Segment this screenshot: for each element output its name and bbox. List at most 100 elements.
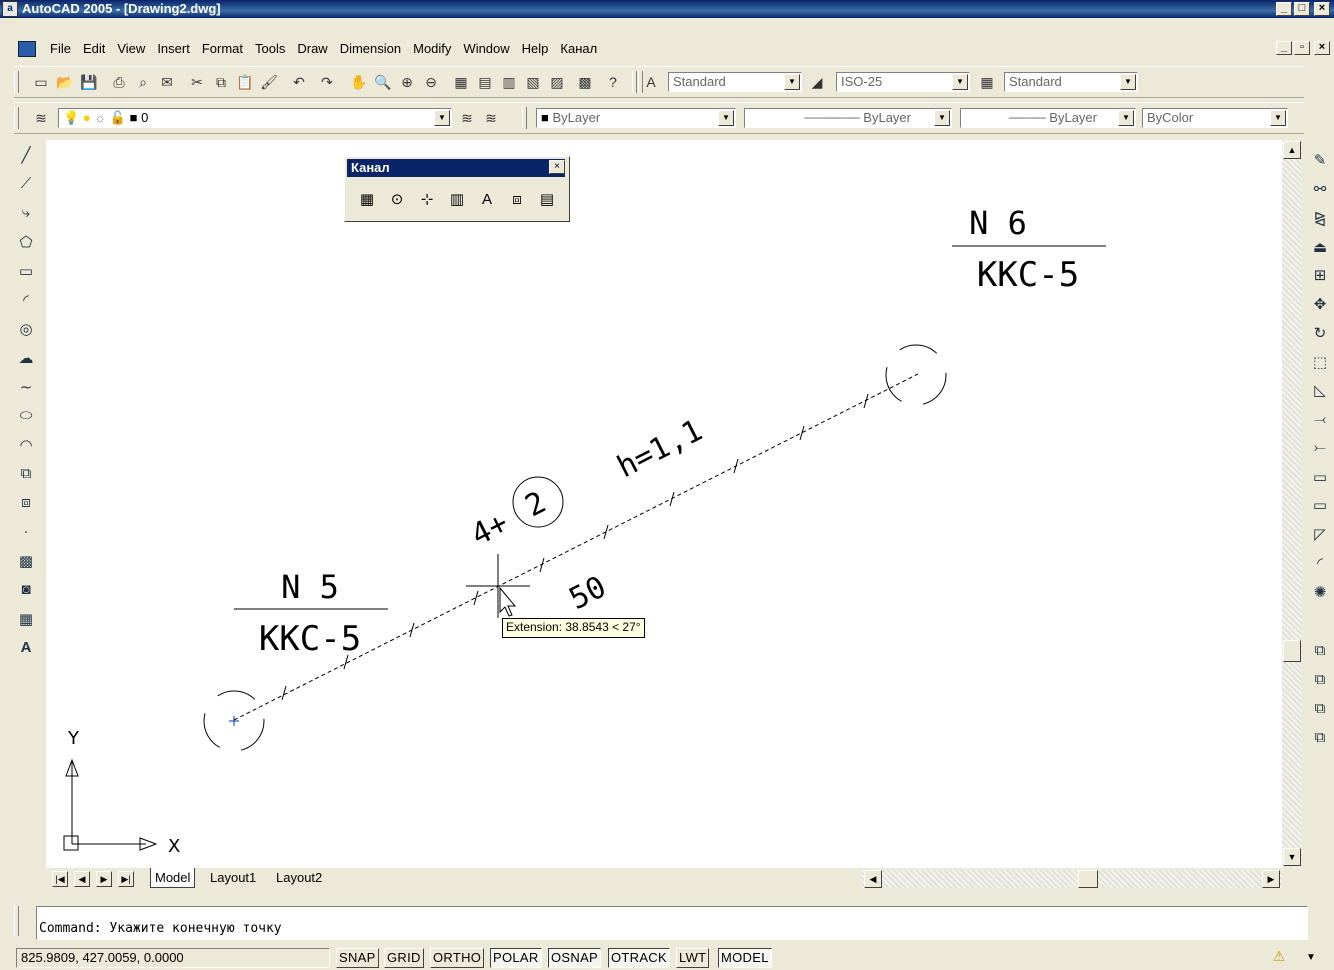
copy-object-icon[interactable]: ⚯: [1309, 175, 1331, 204]
new-icon[interactable]: ▭: [32, 73, 50, 91]
toolbar-grip[interactable]: [632, 71, 637, 93]
save-icon[interactable]: 💾: [80, 73, 98, 91]
undo-icon[interactable]: ↶: [290, 73, 308, 91]
toolbar-grip[interactable]: [522, 107, 527, 129]
point-icon[interactable]: ·: [15, 517, 37, 546]
trim-icon[interactable]: ⤙: [1309, 405, 1331, 434]
well-table-icon[interactable]: ▦: [355, 187, 379, 211]
otrack-toggle[interactable]: OTRACK: [608, 948, 670, 968]
extend-icon[interactable]: ⤚: [1309, 434, 1331, 463]
label-circle-number[interactable]: 2: [520, 485, 552, 524]
vertical-scroll-thumb[interactable]: [1283, 640, 1301, 662]
explode-icon[interactable]: ✺: [1309, 577, 1331, 606]
label-n5[interactable]: N 5: [281, 568, 339, 606]
chevron-down-icon[interactable]: ▼: [934, 110, 950, 126]
break-at-point-icon[interactable]: ▭: [1309, 462, 1331, 491]
label-h[interactable]: h=1,1: [612, 413, 708, 485]
kanal-toolbar[interactable]: Канал × ▦ ⊙ ⊹ ▥ A ⧈ ▤: [344, 156, 570, 222]
chevron-down-icon[interactable]: ▼: [718, 110, 734, 126]
lineweight-select[interactable]: ──── ByLayer ▼: [960, 108, 1136, 128]
ortho-toggle[interactable]: ORTHO: [430, 948, 485, 968]
box-3d-icon[interactable]: ⧈: [505, 187, 529, 211]
communication-center-icon[interactable]: ⚠: [1268, 948, 1290, 968]
pan-icon[interactable]: ✋: [350, 73, 368, 91]
chevron-down-icon[interactable]: ▼: [1120, 74, 1136, 90]
horizontal-scroll-thumb[interactable]: [1078, 870, 1098, 888]
sheet-set-icon[interactable]: ▧: [524, 73, 542, 91]
region-icon[interactable]: ◙: [15, 575, 37, 604]
kanal-toolbar-title[interactable]: Канал: [347, 159, 565, 177]
vertical-scrollbar[interactable]: ▲ ▼: [1282, 140, 1302, 868]
pipeline-line[interactable]: [233, 373, 919, 721]
dim-style-select[interactable]: ISO-25 ▼: [836, 72, 970, 92]
label-kkc-top[interactable]: KKC-5: [977, 255, 1079, 295]
fillet-icon[interactable]: ◜: [1309, 549, 1331, 578]
toolbar-grip[interactable]: [14, 71, 19, 93]
polygon-icon[interactable]: ⬠: [15, 227, 37, 256]
layer-manager-icon[interactable]: ≋: [32, 109, 50, 127]
document-icon[interactable]: [18, 41, 36, 57]
next-tab-icon[interactable]: ▶: [96, 871, 112, 887]
scroll-left-icon[interactable]: ◀: [864, 870, 882, 888]
chamfer-icon[interactable]: ◸: [1309, 520, 1331, 549]
hatch-icon[interactable]: ▩: [15, 546, 37, 575]
line-icon[interactable]: ╱: [15, 140, 37, 169]
open-icon[interactable]: 📂: [56, 73, 74, 91]
tool-palettes-icon[interactable]: ▥: [500, 73, 518, 91]
publish-icon[interactable]: ✉: [158, 73, 176, 91]
lwt-toggle[interactable]: LWT: [676, 948, 710, 968]
break-icon[interactable]: ▭: [1309, 491, 1331, 520]
document-properties-icon[interactable]: ▤: [535, 187, 559, 211]
revision-cloud-icon[interactable]: ☁: [15, 343, 37, 372]
last-tab-icon[interactable]: ▶|: [118, 871, 134, 887]
pipe-segment-icon[interactable]: ⊹: [415, 187, 439, 211]
circle-icon[interactable]: ◎: [15, 314, 37, 343]
command-line-grip[interactable]: [14, 906, 19, 936]
insert-block-icon[interactable]: ⧉: [15, 459, 37, 488]
menu-insert[interactable]: Insert: [151, 41, 196, 57]
chevron-down-icon[interactable]: ▼: [952, 74, 968, 90]
coordinates-display[interactable]: 825.9809, 427.0059, 0.0000: [16, 948, 330, 968]
toolbar-grip[interactable]: [14, 107, 19, 129]
menu-file[interactable]: File: [44, 41, 77, 57]
menu-tools[interactable]: Tools: [249, 41, 291, 57]
snap-toggle[interactable]: SNAP: [336, 948, 379, 968]
grid-pattern-icon[interactable]: ▥: [445, 187, 469, 211]
send-to-back-icon[interactable]: ⧉: [1309, 665, 1331, 694]
match-properties-icon[interactable]: 🖌: [260, 73, 278, 91]
ellipse-arc-icon[interactable]: ◠: [15, 430, 37, 459]
make-block-icon[interactable]: ⧈: [15, 488, 37, 517]
send-under-icon[interactable]: ⧉: [1309, 723, 1331, 752]
bring-above-icon[interactable]: ⧉: [1309, 694, 1331, 723]
doc-close-button[interactable]: ×: [1314, 41, 1330, 55]
table-style-icon[interactable]: ▦: [978, 73, 996, 91]
menu-draw[interactable]: Draw: [291, 41, 333, 57]
menu-edit[interactable]: Edit: [77, 41, 111, 57]
scroll-down-icon[interactable]: ▼: [1283, 848, 1301, 866]
polyline-icon[interactable]: ⤷: [15, 198, 37, 227]
table-style-select[interactable]: Standard ▼: [1004, 72, 1138, 92]
erase-icon[interactable]: ✎: [1309, 146, 1331, 175]
maximize-button[interactable]: □: [1294, 2, 1310, 16]
chevron-down-icon[interactable]: ▼: [1118, 110, 1134, 126]
rectangle-icon[interactable]: ▭: [15, 256, 37, 285]
zoom-realtime-icon[interactable]: 🔍: [374, 73, 392, 91]
label-4plus[interactable]: 4+: [466, 506, 514, 554]
model-toggle[interactable]: MODEL: [718, 948, 772, 968]
scale-icon[interactable]: ⬚: [1309, 347, 1331, 376]
offset-icon[interactable]: ⏏: [1309, 232, 1331, 261]
bring-to-front-icon[interactable]: ⧉: [1309, 636, 1331, 665]
label-length[interactable]: 50: [564, 570, 612, 618]
move-icon[interactable]: ✥: [1309, 290, 1331, 319]
paste-icon[interactable]: 📋: [236, 73, 254, 91]
calculator-icon[interactable]: ▩: [576, 73, 594, 91]
design-center-icon[interactable]: ▤: [476, 73, 494, 91]
chevron-down-icon[interactable]: ▼: [784, 74, 800, 90]
menu-format[interactable]: Format: [196, 41, 249, 57]
redo-icon[interactable]: ↷: [318, 73, 336, 91]
color-select[interactable]: ■ ByLayer ▼: [536, 108, 736, 128]
plot-icon[interactable]: ⎙: [110, 73, 128, 91]
autocad-icon[interactable]: a: [2, 1, 18, 17]
stretch-icon[interactable]: ◺: [1309, 376, 1331, 405]
close-icon[interactable]: ×: [549, 160, 565, 174]
